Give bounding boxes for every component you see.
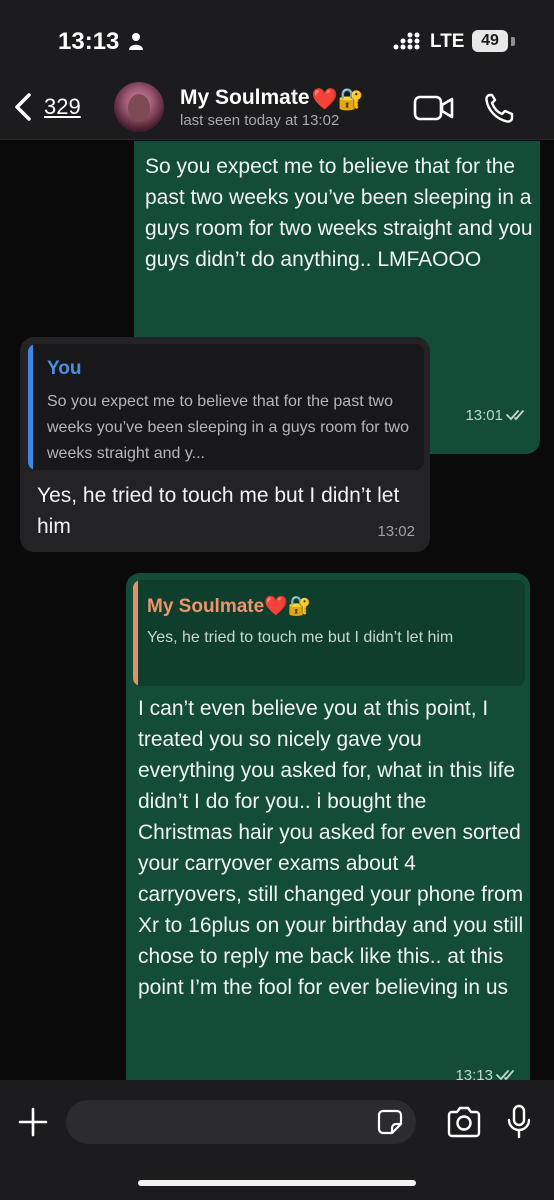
contact-emoji: ❤️🔐 [311,88,364,111]
battery-icon: 49 [472,30,508,52]
quoted-message[interactable]: My Soulmate❤️🔐 Yes, he tried to touch me… [133,580,525,686]
message-text: I can’t even believe you at this point, … [138,697,524,999]
signal-icon [393,32,420,50]
quote-author-emoji: ❤️🔐 [264,596,312,617]
back-count-link[interactable]: 329 [44,94,81,120]
quote-text: Yes, he tried to touch me but I didn’t l… [147,629,454,646]
quote-author-name: My Soulmate [147,596,265,617]
quoted-message[interactable]: You So you expect me to believe that for… [28,344,424,470]
status-bar: 13:13 LTE 49 [0,0,554,80]
message-bubble-incoming[interactable]: You So you expect me to believe that for… [20,337,430,552]
last-seen-status: last seen today at 13:02 [180,112,340,129]
quote-author: You [47,358,82,379]
status-time: 13:13 [58,28,120,55]
quote-bar [28,344,33,470]
camera-icon[interactable] [446,1106,482,1138]
battery-tip [511,37,515,46]
message-time: 13:01 [465,407,503,424]
message-meta: 13:01 [465,407,528,424]
chat-area[interactable]: So you expect me to believe that for the… [0,141,554,1080]
quote-author: My Soulmate❤️🔐 [147,594,312,618]
video-call-icon[interactable] [413,94,455,122]
home-indicator[interactable] [138,1180,416,1186]
avatar-face [128,94,150,122]
back-chevron-icon[interactable] [12,93,34,121]
message-time: 13:13 [455,1067,493,1080]
read-ticks-icon [496,1070,514,1080]
message-time: 13:02 [377,523,415,540]
message-text: Yes, he tried to touch me but I didn’t l… [37,484,400,538]
phone-icon[interactable] [484,92,514,124]
message-input[interactable] [66,1100,416,1144]
quote-bar [133,580,138,686]
person-icon [129,33,143,50]
message-meta: 13:13 [455,1067,518,1080]
read-ticks-icon [506,410,524,421]
chat-header: 329 My Soulmate❤️🔐 last seen today at 13… [0,80,554,140]
sticker-icon[interactable] [377,1109,403,1135]
quote-text: So you expect me to believe that for the… [47,393,409,462]
avatar[interactable] [114,82,164,132]
message-text: So you expect me to believe that for the… [145,155,533,271]
contact-name-text: My Soulmate [180,86,310,109]
message-bubble-outgoing[interactable]: My Soulmate❤️🔐 Yes, he tried to touch me… [126,573,530,1080]
plus-icon[interactable] [18,1107,48,1137]
contact-name[interactable]: My Soulmate❤️🔐 [180,86,364,112]
mic-icon[interactable] [507,1104,531,1140]
network-label: LTE [430,31,465,52]
